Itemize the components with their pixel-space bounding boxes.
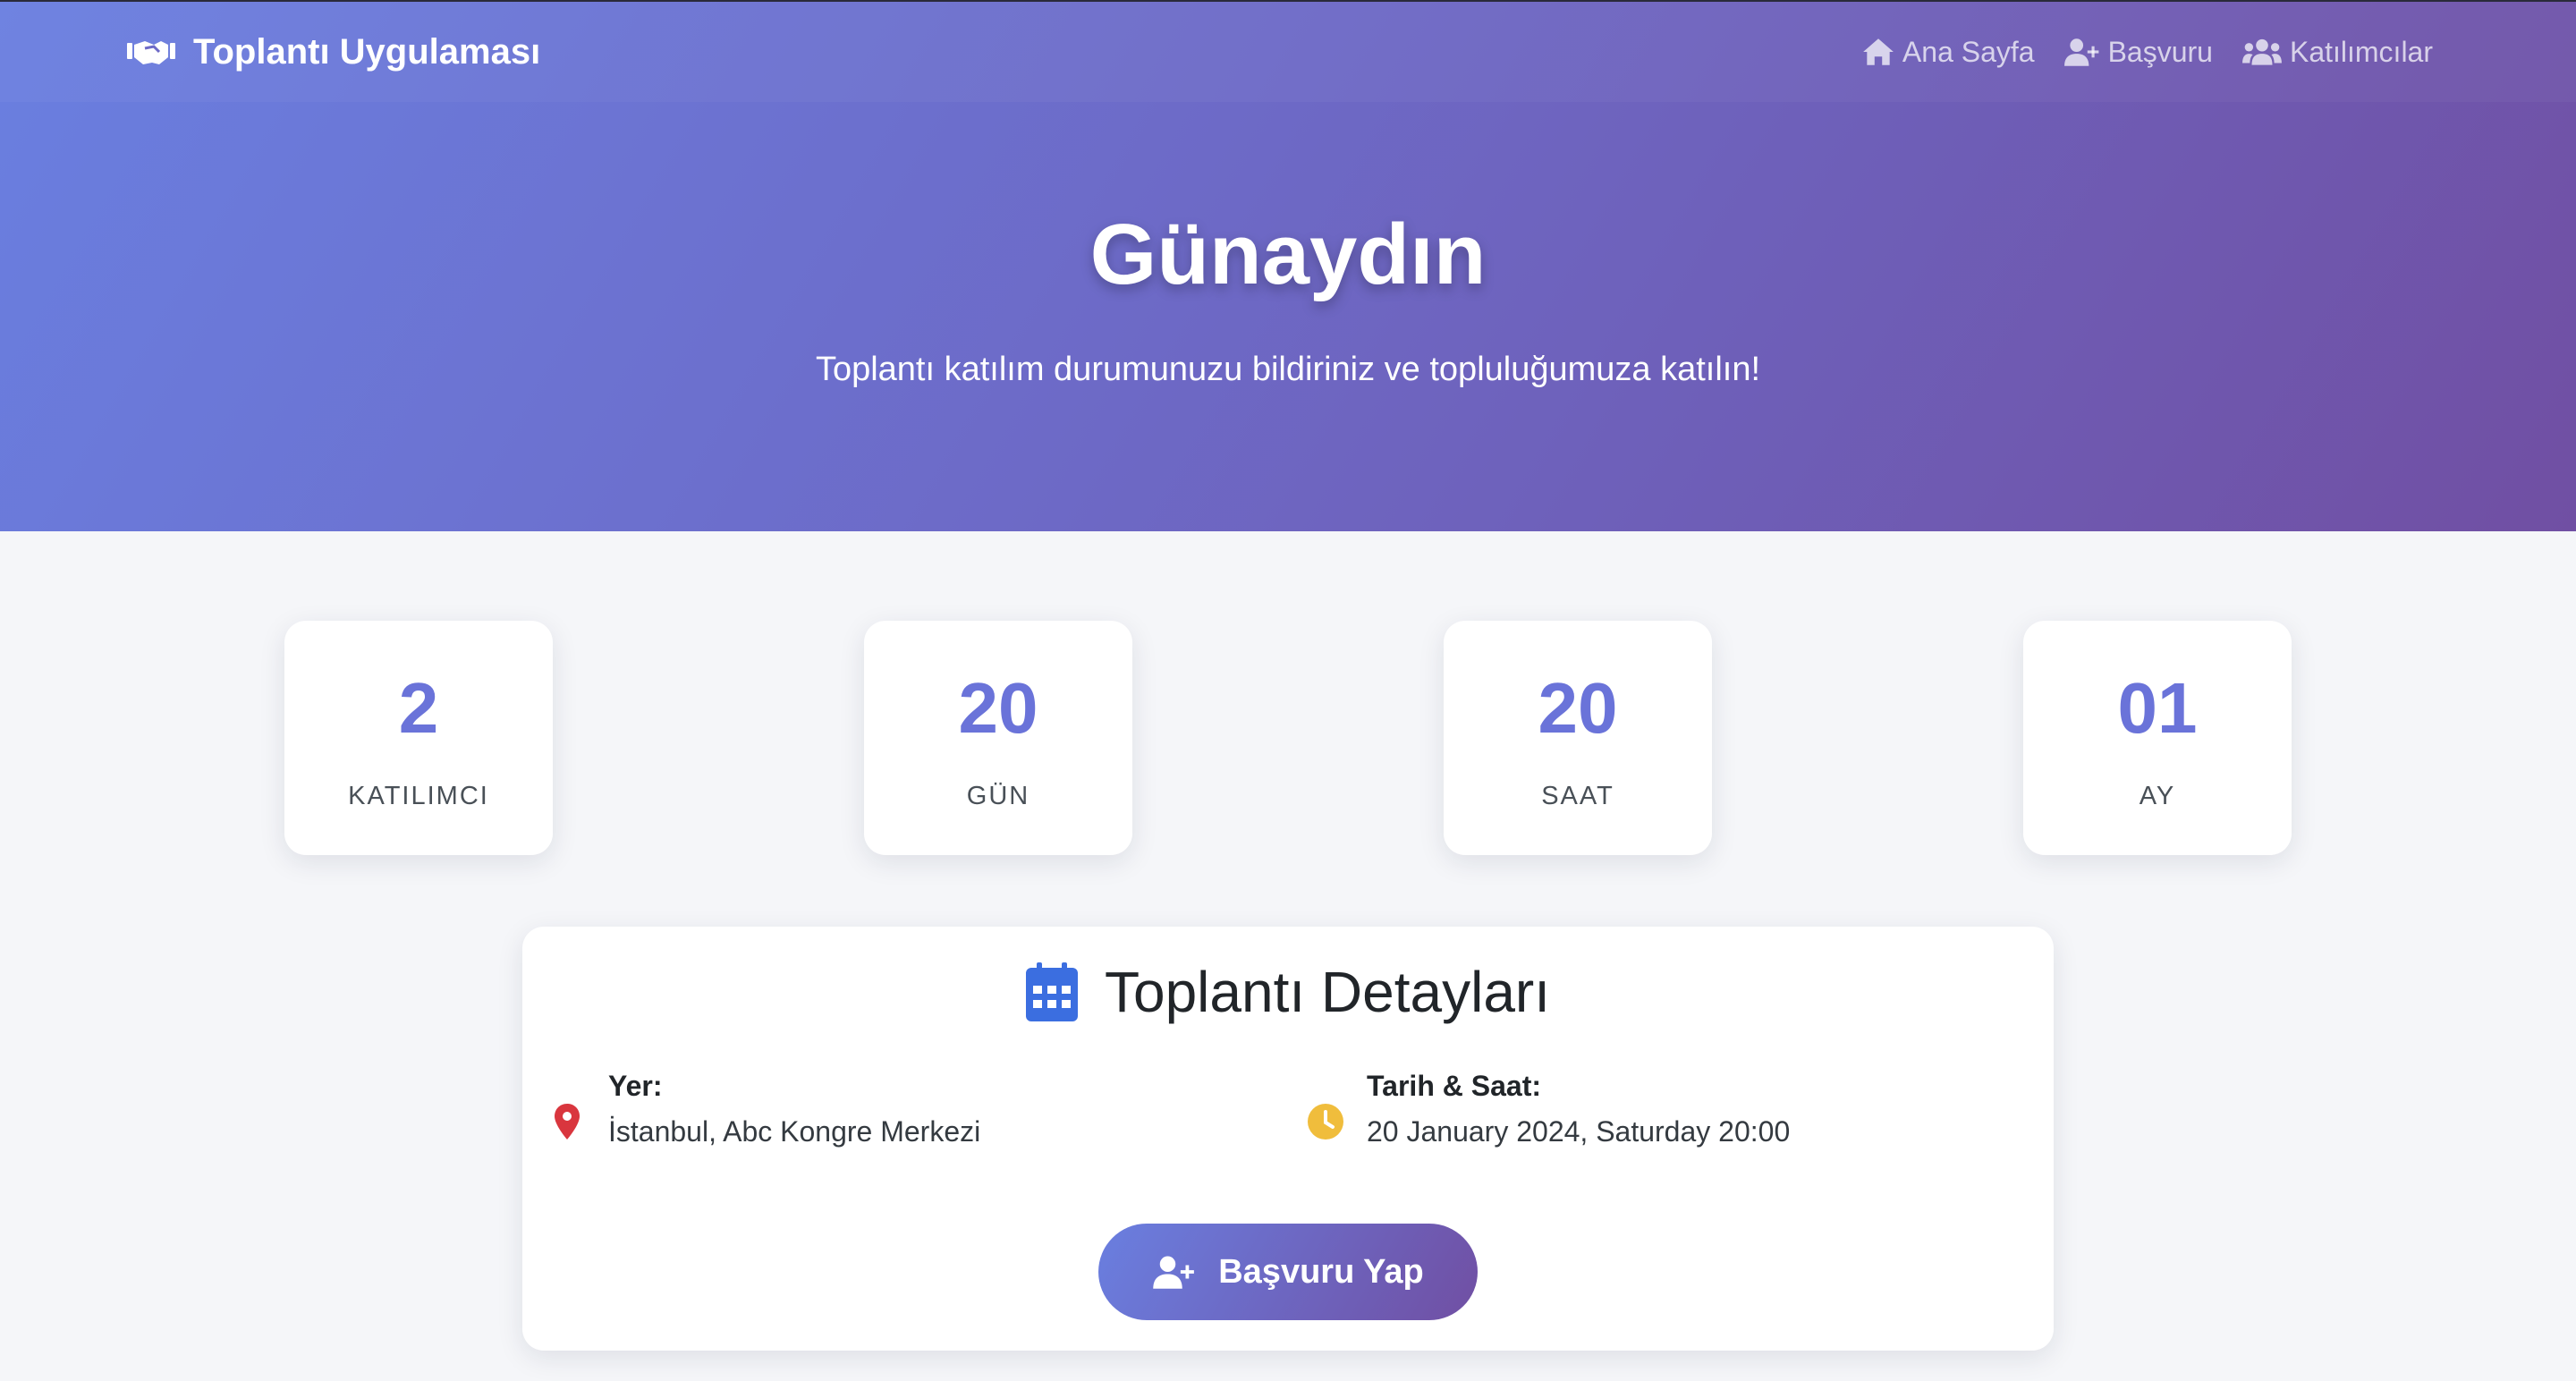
- stat-label: SAAT: [1541, 782, 1614, 810]
- location-info: Yer: İstanbul, Abc Kongre Merkezi: [549, 1070, 980, 1148]
- user-plus-icon: [2063, 38, 2098, 66]
- stat-card-months: 01 AY: [2023, 621, 2292, 855]
- hero-subtitle: Toplantı katılım durumunuzu bildiriniz v…: [815, 351, 1761, 388]
- stat-card-hours: 20 SAAT: [1444, 621, 1712, 855]
- user-plus-icon: [1153, 1256, 1195, 1289]
- nav-home-label: Ana Sayfa: [1902, 35, 2035, 68]
- nav-participants-label: Katılımcılar: [2289, 35, 2433, 68]
- stat-card-participants: 2 KATILIMCI: [284, 621, 553, 855]
- nav-apply[interactable]: Başvuru: [2063, 36, 2213, 69]
- nav-apply-label: Başvuru: [2107, 35, 2213, 68]
- brand-name: Toplantı Uygulaması: [193, 31, 541, 72]
- nav-links: Ana Sayfa Başvuru Katılımcılar: [1833, 29, 2433, 75]
- stat-card-days: 20 GÜN: [864, 621, 1132, 855]
- hero-section: Toplantı Uygulaması Ana Sayfa Başvuru Ka…: [0, 0, 2576, 531]
- location-label: Yer:: [608, 1070, 663, 1102]
- apply-button-label: Başvuru Yap: [1218, 1252, 1424, 1291]
- users-icon: [2242, 38, 2282, 65]
- meeting-details-card: Toplantı Detayları Yer: İstanbul, Abc Ko…: [522, 927, 2054, 1351]
- datetime-label: Tarih & Saat:: [1367, 1070, 1541, 1102]
- stat-label: GÜN: [966, 782, 1030, 810]
- stat-value: 20: [1538, 668, 1618, 748]
- datetime-info: Tarih & Saat: 20 January 2024, Saturday …: [1308, 1070, 1790, 1148]
- nav-home[interactable]: Ana Sayfa: [1861, 36, 2035, 69]
- datetime-value: 20 January 2024, Saturday 20:00: [1367, 1115, 1791, 1148]
- navbar: Toplantı Uygulaması Ana Sayfa Başvuru Ka…: [0, 2, 2576, 102]
- details-heading: Toplantı Detayları: [522, 959, 2054, 1025]
- hero-title: Günaydın: [1089, 207, 1487, 302]
- nav-participants[interactable]: Katılımcılar: [2241, 36, 2433, 69]
- apply-button[interactable]: Başvuru Yap: [1098, 1224, 1478, 1320]
- details-title: Toplantı Detayları: [1104, 960, 1551, 1024]
- location-value: İstanbul, Abc Kongre Merkezi: [608, 1115, 981, 1148]
- brand-logo[interactable]: Toplantı Uygulaması: [127, 29, 540, 75]
- stat-label: AY: [2139, 782, 2176, 810]
- home-icon: [1863, 38, 1894, 65]
- stat-value: 2: [398, 668, 439, 748]
- handshake-icon: [127, 41, 175, 64]
- calendar-icon: [1025, 962, 1078, 1021]
- clock-icon: [1308, 1104, 1343, 1140]
- stat-value: 01: [2117, 668, 2198, 748]
- stat-value: 20: [958, 668, 1038, 748]
- map-pin-icon: [555, 1104, 580, 1140]
- stat-label: KATILIMCI: [348, 782, 489, 810]
